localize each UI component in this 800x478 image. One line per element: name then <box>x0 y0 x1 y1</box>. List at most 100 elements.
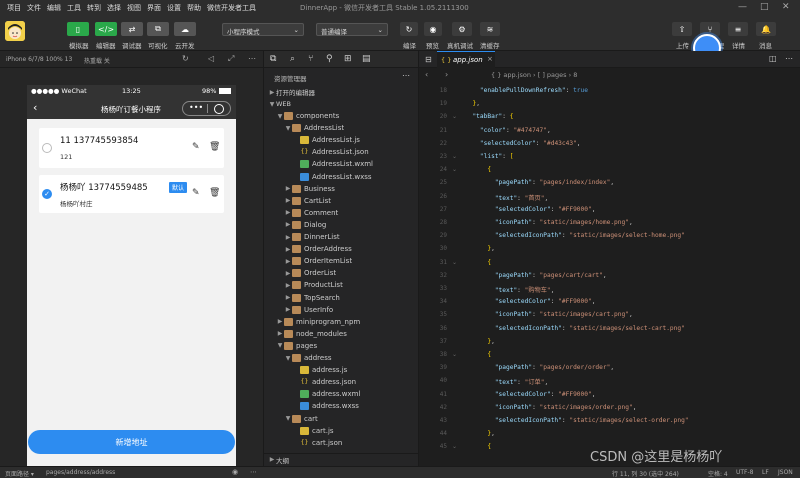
tree-item-dir[interactable]: ▶ TopSearch <box>264 292 419 304</box>
chevron-down-icon[interactable]: ▼ <box>284 415 292 422</box>
chevron-right-icon[interactable]: ▶ <box>276 330 284 337</box>
tree-item-json[interactable]: {} address.json <box>264 376 419 388</box>
git-icon[interactable]: ⑂ <box>308 54 313 64</box>
search-icon[interactable]: ⌕ <box>290 54 295 64</box>
tree-item-dir[interactable]: ▼ pages <box>264 340 419 352</box>
details-button[interactable]: ≡ <box>728 22 748 36</box>
menu-item[interactable]: 微信开发者工具 <box>204 3 259 13</box>
more-icon[interactable]: ⋯ <box>248 54 256 63</box>
split-icon[interactable]: ⊟ <box>425 55 432 64</box>
menu-item[interactable]: 选择 <box>104 3 124 13</box>
chevron-right-icon[interactable]: ▶ <box>284 258 292 265</box>
menu-item[interactable]: 转到 <box>84 3 104 13</box>
chevron-right-icon[interactable]: ▶ <box>284 246 292 253</box>
back-icon[interactable]: ‹ <box>33 101 37 114</box>
indent-setting[interactable]: 空格: 4 <box>708 469 728 478</box>
hot-reload-select[interactable]: 热重载 关 <box>84 56 110 65</box>
chevron-down-icon[interactable]: ▼ <box>276 113 284 120</box>
chevron-right-icon[interactable]: ▶ <box>276 318 284 325</box>
nav-forward-icon[interactable]: › <box>445 70 448 79</box>
chevron-right-icon[interactable]: ▶ <box>284 306 292 313</box>
chevron-right-icon[interactable]: ▶ <box>284 209 292 216</box>
rotate-icon[interactable]: ↻ <box>182 54 189 63</box>
tree-item-json[interactable]: {} AddressList.json <box>264 146 419 158</box>
fold-chevron-icon[interactable]: ⌄ <box>452 113 457 120</box>
tree-item-dir[interactable]: ▼ cart <box>264 413 419 425</box>
chevron-right-icon[interactable]: ▶ <box>284 185 292 192</box>
radio-checked[interactable]: ✓ <box>42 189 52 199</box>
edit-icon[interactable]: ✎ <box>192 142 200 152</box>
tree-item-dir[interactable]: ▼ address <box>264 352 419 364</box>
fold-chevron-icon[interactable]: ⌄ <box>452 259 457 266</box>
tree-item-wxss[interactable]: AddressList.wxss <box>264 171 419 183</box>
fold-chevron-icon[interactable]: ⌄ <box>452 166 457 173</box>
edit-icon[interactable]: ✎ <box>192 188 200 198</box>
radio-unchecked[interactable] <box>42 143 52 153</box>
fullscreen-icon[interactable]: ⤢ <box>228 54 234 64</box>
upload-button[interactable]: ⇧ <box>672 22 692 36</box>
tree-item-dir[interactable]: ▶ CartList <box>264 195 419 207</box>
close-circle-icon[interactable] <box>214 104 224 114</box>
more-icon[interactable]: ⋯ <box>785 54 793 63</box>
more-dots-icon[interactable]: ••• <box>189 103 203 112</box>
cursor-position[interactable]: 行 11, 列 30 (选中 264) <box>612 469 679 478</box>
tree-item-wxml[interactable]: address.wxml <box>264 388 419 400</box>
clearcache-button[interactable]: ≋ <box>480 22 500 36</box>
files-icon[interactable]: ⧉ <box>270 54 276 64</box>
menu-item[interactable]: 视图 <box>124 3 144 13</box>
tree-item-dir[interactable]: ▶ ProductList <box>264 279 419 291</box>
visual-button[interactable]: ⧉ <box>147 22 169 36</box>
chevron-right-icon[interactable]: ▶ <box>284 270 292 277</box>
preview-button[interactable]: ◉ <box>424 22 442 36</box>
chevron-right-icon[interactable]: ▶ <box>284 234 292 241</box>
address-card[interactable]: ✓ 杨杨吖 13774559485 默认 杨杨吖村庄 ✎ 🗑 <box>39 175 224 213</box>
menu-item[interactable]: 工具 <box>64 3 84 13</box>
tree-item-json[interactable]: {} cart.json <box>264 437 419 449</box>
tree-item-dir[interactable]: ▶ OrderItemList <box>264 255 419 267</box>
minimize-icon[interactable]: — <box>738 2 747 12</box>
chevron-down-icon[interactable]: ▼ <box>276 342 284 349</box>
tree-item-dir[interactable]: ▶ node_modules <box>264 328 419 340</box>
messages-button[interactable]: 🔔 <box>756 22 776 36</box>
volume-icon[interactable]: ◁ <box>208 54 214 63</box>
tree-item-dir[interactable]: ▼ components <box>264 110 419 122</box>
tree-item-wxss[interactable]: address.wxss <box>264 400 419 412</box>
menu-item[interactable]: 文件 <box>24 3 44 13</box>
chevron-down-icon[interactable]: ▼ <box>284 125 292 132</box>
tree-item-dir[interactable]: ▶ UserInfo <box>264 304 419 316</box>
compile-button[interactable]: ↻ <box>400 22 418 36</box>
breadcrumb-path[interactable]: { } app.json › [ ] pages › 8 <box>491 71 577 79</box>
debugger-button[interactable]: ⇄ <box>121 22 143 36</box>
maximize-icon[interactable]: □ <box>760 2 769 12</box>
tree-item-dir[interactable]: ▶ miniprogram_npm <box>264 316 419 328</box>
trash-icon[interactable]: 🗑 <box>209 142 220 152</box>
realdebug-button[interactable]: ⚙ <box>452 22 472 36</box>
chevron-down-icon[interactable]: ▼ <box>284 355 292 362</box>
chevron-right-icon[interactable]: ▶ <box>284 294 292 301</box>
trash-icon[interactable]: 🗑 <box>209 188 220 198</box>
more-icon[interactable]: ⋯ <box>402 71 410 80</box>
address-card[interactable]: 11 137745593854 121 ✎ 🗑 <box>39 128 224 168</box>
layout-icon[interactable]: ▤ <box>362 54 371 64</box>
tree-item-dir[interactable]: ▶ OrderAddress <box>264 243 419 255</box>
tab-app-json[interactable]: { } app.json × <box>437 51 495 68</box>
fold-chevron-icon[interactable]: ⌄ <box>452 153 457 160</box>
tree-item-dir[interactable]: ▶ Business <box>264 183 419 195</box>
menu-item[interactable]: 帮助 <box>184 3 204 13</box>
outline-section[interactable]: ▶ 大纲 <box>264 453 419 465</box>
tree-item-js[interactable]: AddressList.js <box>264 134 419 146</box>
capsule-menu[interactable]: ••• <box>182 101 231 116</box>
tree-item-dir[interactable]: ▼ AddressList <box>264 122 419 134</box>
open-editors-section[interactable]: ▶ 打开的编辑器 <box>264 86 419 98</box>
compile-select[interactable]: 普通编译 ⌄ <box>316 23 388 36</box>
tree-item-dir[interactable]: ▶ DinnerList <box>264 231 419 243</box>
fold-chevron-icon[interactable]: ⌄ <box>452 351 457 358</box>
split-editor-icon[interactable]: ◫ <box>769 54 777 63</box>
menu-item[interactable]: 项目 <box>4 3 24 13</box>
nav-back-icon[interactable]: ‹ <box>425 70 428 79</box>
avatar[interactable] <box>5 21 25 41</box>
tree-item-dir[interactable]: ▶ Comment <box>264 207 419 219</box>
menu-item[interactable]: 界面 <box>144 3 164 13</box>
debug-icon[interactable]: ⚲ <box>326 54 333 64</box>
chevron-right-icon[interactable]: ▶ <box>284 221 292 228</box>
